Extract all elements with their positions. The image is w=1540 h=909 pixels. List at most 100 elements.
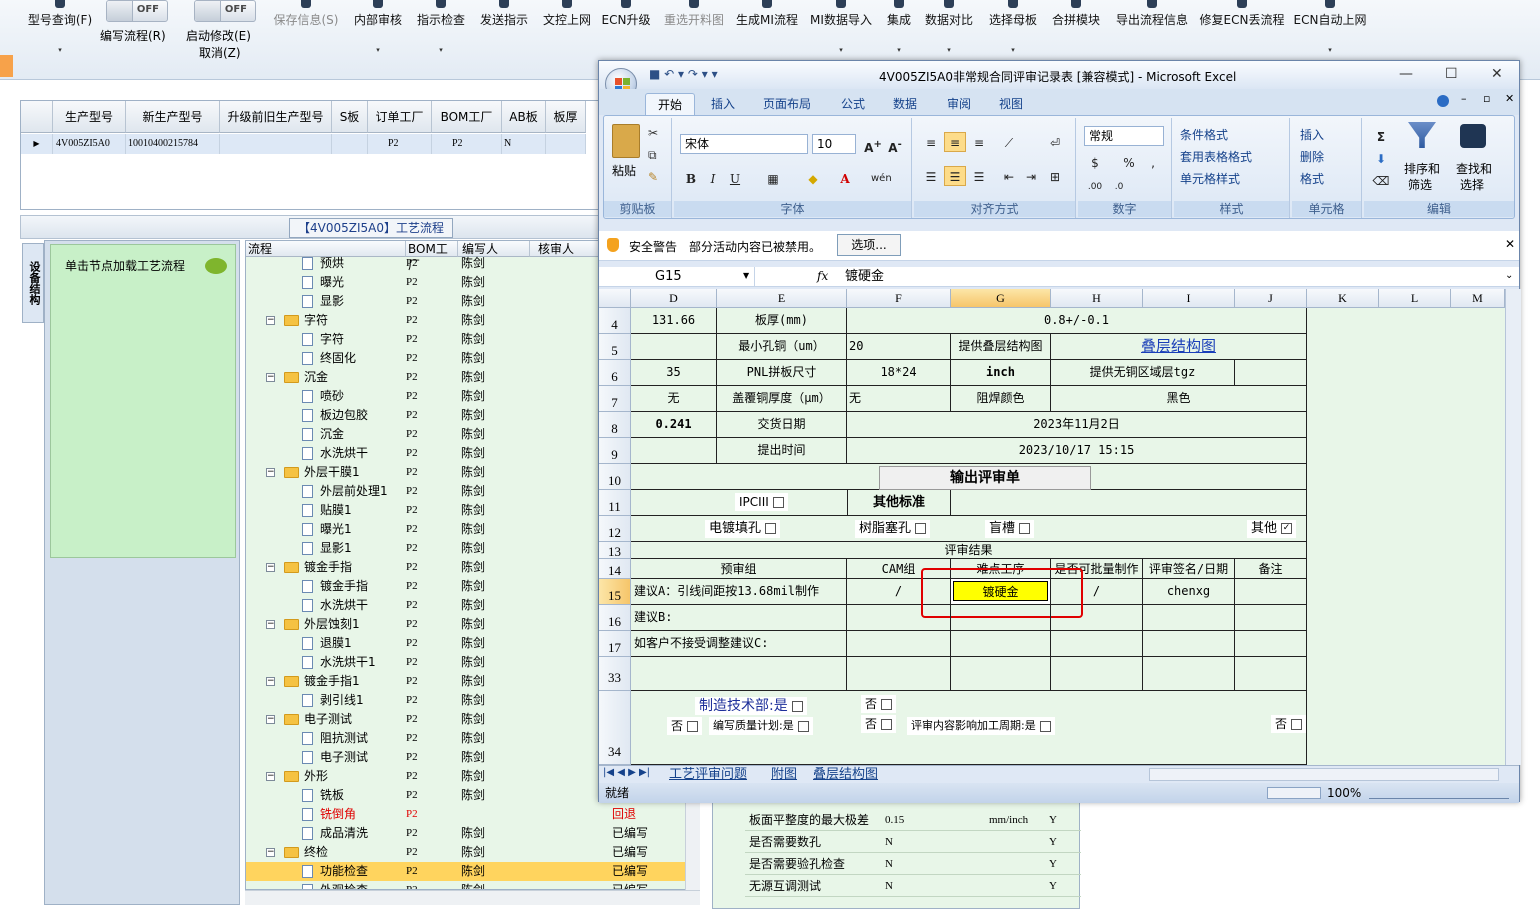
format-painter-icon[interactable]: ✎ xyxy=(648,170,658,184)
internal-review-button[interactable]: 内部审核 ▾ xyxy=(350,0,406,60)
cell-f4[interactable]: 0.8+/-0.1 xyxy=(847,308,1307,334)
sort-filter-button[interactable]: 排序和 xyxy=(1404,160,1440,177)
device-structure-tab[interactable]: 设备结构 xyxy=(22,243,44,323)
cycle-impact-checkbox[interactable]: 评审内容影响加工周期:是 xyxy=(907,717,1055,735)
data-compare-button[interactable]: 数据对比 ▾ xyxy=(922,0,976,60)
delete-cells-button[interactable]: 删除 xyxy=(1300,148,1324,165)
formula-expand-icon[interactable]: ⌄ xyxy=(1505,270,1513,281)
sheet-tab-issues[interactable]: 工艺评审问题 xyxy=(663,767,753,783)
row-header[interactable]: 4 xyxy=(599,308,631,334)
wrap-text-icon[interactable]: ⏎ xyxy=(1044,132,1066,152)
col-header[interactable]: AB板 xyxy=(502,101,546,133)
cell-g6[interactable]: inch xyxy=(951,360,1051,386)
col-header[interactable]: 订单工厂 xyxy=(368,101,432,133)
grid-cell[interactable]: 4V005ZI5A0 xyxy=(53,134,126,154)
row-header[interactable]: 7 xyxy=(599,386,631,412)
cancel-label[interactable]: 取消(Z) xyxy=(199,44,241,61)
start-edit-toggle[interactable]: OFF xyxy=(194,0,256,22)
cell-j17[interactable] xyxy=(1235,631,1307,657)
row-header[interactable]: 14 xyxy=(599,559,631,579)
ribbon-close-icon[interactable]: ✕ xyxy=(1505,92,1514,105)
cell-suggestion-c[interactable]: 如客户不接受调整建议C: xyxy=(631,631,847,657)
orientation-icon[interactable]: ⟋ xyxy=(998,132,1020,152)
col-header[interactable]: 升级前旧生产型号 xyxy=(220,101,332,133)
tab-page-layout[interactable]: 页面布局 xyxy=(751,93,823,115)
shrink-font-icon[interactable]: A- xyxy=(884,134,906,155)
tree-group-row[interactable]: − 终检 P2 陈剑 已编写 xyxy=(246,843,699,862)
worksheet[interactable]: D E F G H I J K L M 4 5 6 7 8 9 10 11 12… xyxy=(599,289,1505,765)
border-icon[interactable]: ▦ xyxy=(762,168,784,188)
ribbon-minimize-icon[interactable]: – xyxy=(1461,92,1467,105)
sheet-vertical-scrollbar[interactable] xyxy=(1505,289,1521,765)
maximize-icon[interactable]: ☐ xyxy=(1445,66,1458,82)
cell-f33[interactable] xyxy=(847,657,951,691)
fill-icon[interactable]: ⬇ xyxy=(1370,148,1392,168)
col-header[interactable]: BOM工厂 xyxy=(432,101,502,133)
param-row[interactable]: 是否需要数孔 N Y xyxy=(745,831,1081,853)
grid-cell[interactable] xyxy=(332,134,368,154)
param-row[interactable]: 无源互调测试 N Y xyxy=(745,875,1081,897)
select-all-corner[interactable] xyxy=(599,289,631,308)
tab-data[interactable]: 数据 xyxy=(881,93,929,115)
load-flow-node[interactable]: 单击节点加载工艺流程 xyxy=(50,244,236,558)
cell-g33[interactable] xyxy=(951,657,1051,691)
cell-j16[interactable] xyxy=(1235,605,1307,631)
minimize-icon[interactable]: — xyxy=(1399,66,1413,82)
function-icon[interactable]: fx xyxy=(817,269,828,283)
cell-g5[interactable]: 提供叠层结构图 xyxy=(951,334,1051,360)
bold-icon[interactable]: B xyxy=(680,168,702,188)
font-color-icon[interactable]: A xyxy=(834,168,856,188)
cell-h17[interactable] xyxy=(1051,631,1143,657)
italic-icon[interactable]: I xyxy=(702,168,724,188)
cell-d4[interactable]: 131.66 xyxy=(631,308,717,334)
cell-f8[interactable]: 2023年11月2日 xyxy=(847,412,1307,438)
collapse-icon[interactable]: − xyxy=(266,772,275,781)
find-select-icon[interactable] xyxy=(1460,124,1486,148)
collapse-icon[interactable]: − xyxy=(266,715,275,724)
table-format-button[interactable]: 套用表格格式 xyxy=(1180,148,1252,165)
paste-icon[interactable] xyxy=(612,124,640,158)
sort-filter-icon[interactable] xyxy=(1408,122,1436,148)
cell-h16[interactable] xyxy=(1051,605,1143,631)
doc-online-button[interactable]: 文控上网 xyxy=(539,0,595,60)
cell-h6[interactable]: 提供无铜区域层tgz xyxy=(1051,360,1235,386)
generate-mi-button[interactable]: 生成MI流程 xyxy=(734,0,800,60)
ecn-auto-online-button[interactable]: ECN自动上网 ▾ xyxy=(1292,0,1368,60)
tree-row[interactable]: 铣倒角 P2 回退 xyxy=(246,805,699,824)
row-header[interactable]: 9 xyxy=(599,438,631,464)
help-icon[interactable] xyxy=(1437,95,1449,107)
align-middle-icon[interactable]: ≡ xyxy=(944,132,966,152)
col-header[interactable]: 新生产型号 xyxy=(126,101,220,133)
grid-cell[interactable] xyxy=(546,134,586,154)
collapse-icon[interactable]: − xyxy=(266,316,275,325)
cell-d7[interactable]: 无 xyxy=(631,386,717,412)
grow-font-icon[interactable]: A+ xyxy=(862,134,884,155)
grid-cell[interactable]: P2 xyxy=(368,134,432,154)
resin-plug-checkbox[interactable]: 树脂塞孔 xyxy=(855,520,931,538)
col-header-f[interactable]: F xyxy=(847,289,951,308)
cell-g17[interactable] xyxy=(951,631,1051,657)
row-header[interactable]: 33 xyxy=(599,657,631,691)
cell-d6[interactable]: 35 xyxy=(631,360,717,386)
param-row[interactable]: 是否需要验孔检查 N Y xyxy=(745,853,1081,875)
clear-icon[interactable]: ⌫ xyxy=(1370,170,1392,190)
cell-suggestion-b[interactable]: 建议B: xyxy=(631,605,847,631)
param-row[interactable]: 板面平整度的最大极差 0.15 mm/inch Y xyxy=(745,809,1081,831)
cut-icon[interactable]: ✂ xyxy=(648,126,658,140)
view-buttons[interactable] xyxy=(1267,787,1321,799)
cell-d5[interactable] xyxy=(631,334,717,360)
row-header[interactable]: 12 xyxy=(599,516,631,542)
fill-color-icon[interactable]: ◆ xyxy=(802,168,824,188)
export-review-button[interactable]: 输出评审单 xyxy=(879,466,1091,490)
font-size-box[interactable]: 10 xyxy=(812,134,856,154)
toolbar-query-button[interactable]: 型号查询(F) ▾ xyxy=(22,0,98,60)
find-select-button-2[interactable]: 选择 xyxy=(1460,176,1484,193)
cell-suggestion-a[interactable]: 建议A：引线间距按13.68mil制作 xyxy=(631,579,847,605)
reselect-cut-button[interactable]: 重选开料图 xyxy=(660,0,728,60)
autosum-icon[interactable]: Σ xyxy=(1370,126,1392,146)
col-header-l[interactable]: L xyxy=(1379,289,1451,308)
row-header[interactable]: 34 xyxy=(599,691,631,765)
align-bottom-icon[interactable]: ≡ xyxy=(968,132,990,152)
conditional-format-button[interactable]: 条件格式 xyxy=(1180,126,1228,143)
cell-note-header[interactable]: 备注 xyxy=(1235,559,1307,579)
